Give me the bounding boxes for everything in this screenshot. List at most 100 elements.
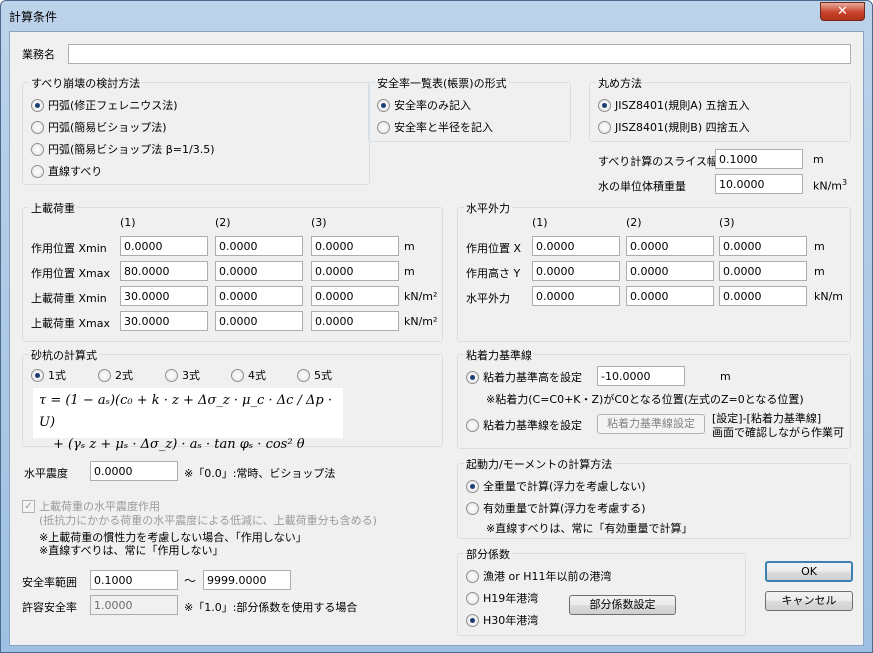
nenchaku-value-input[interactable]	[597, 366, 685, 386]
radio-icon	[31, 98, 44, 112]
sg-r2-c1[interactable]	[532, 261, 620, 281]
josai-title: 上載荷重	[29, 200, 77, 216]
suberi-option-0[interactable]: 円弧(修正フェレニウス法)	[31, 97, 178, 113]
josai-r2-c3[interactable]	[311, 261, 399, 281]
radio-icon	[466, 591, 479, 605]
sg-r1-unit: m	[814, 240, 825, 253]
sg-r2-c3[interactable]	[719, 261, 807, 281]
suberi-group: すべり崩壊の検討方法 円弧(修正フェレニウス法) 円弧(簡易ビショップ法) 円弧…	[22, 75, 370, 185]
sg-r1-c3[interactable]	[719, 236, 807, 256]
josai-shindo-label2: (抵抗力にかかる荷重の水平震度による低減に、上載荷重分も含める)	[39, 514, 377, 527]
formula-line-1: τ = (1 − aₛ)(c₀ + k · z + Δσ_z · μ_c · Δ…	[39, 393, 332, 430]
option-label: 粘着力基準線を設定	[483, 419, 582, 432]
radio-icon	[466, 418, 479, 432]
dialog-window: 計算条件 ✕ 業務名 すべり崩壊の検討方法 円弧(修正フェレニウス法) 円弧(簡…	[0, 0, 873, 653]
anzenritsu-min-input[interactable]	[90, 570, 178, 590]
option-label: 粘着力基準高を設定	[483, 371, 582, 384]
sg-r3-c2[interactable]	[626, 286, 714, 306]
nenchaku-note2b: 画面で確認しながら作業可	[712, 426, 844, 439]
gyomu-input[interactable]	[68, 44, 851, 64]
suberi-option-3[interactable]: 直線すべり	[31, 163, 102, 179]
kyoyo-input[interactable]	[90, 595, 178, 615]
josai-r1-c1[interactable]	[120, 236, 208, 256]
option-label: 3式	[182, 369, 200, 382]
bubun-settings-button[interactable]: 部分係数設定	[569, 595, 676, 615]
josai-r2-c2[interactable]	[215, 261, 303, 281]
cancel-button[interactable]: キャンセル	[765, 591, 853, 611]
option-label: 5式	[314, 369, 332, 382]
josai-r2-c1[interactable]	[120, 261, 208, 281]
option-label: JISZ8401(規則B) 四捨五入	[615, 121, 750, 134]
sagui-option-4[interactable]: 4式	[231, 367, 266, 383]
kidoryoku-option-0[interactable]: 全重量で計算(浮力を考慮しない)	[466, 478, 646, 494]
nenchaku-unit: m	[720, 370, 731, 383]
josai-r3-c1[interactable]	[120, 286, 208, 306]
sg-r3-c3[interactable]	[719, 286, 807, 306]
sagui-formula: τ = (1 − aₛ)(c₀ + k · z + Δσ_z · μ_c · Δ…	[33, 388, 343, 452]
mizu-unit-sup: 3	[842, 178, 848, 187]
anzen-ichiran-option-0[interactable]: 安全率のみ記入	[377, 97, 471, 113]
slice-input[interactable]	[715, 149, 803, 169]
marume-option-1[interactable]: JISZ8401(規則B) 四捨五入	[598, 119, 750, 135]
anzenritsu-max-input[interactable]	[203, 570, 291, 590]
sg-r2-unit: m	[814, 265, 825, 278]
sg-r3-unit: kN/m	[814, 290, 844, 303]
suberi-option-1[interactable]: 円弧(簡易ビショップ法)	[31, 119, 167, 135]
nenchaku-settings-button[interactable]: 粘着力基準線設定	[597, 414, 705, 434]
sagui-option-3[interactable]: 3式	[165, 367, 200, 383]
bubun-option-0[interactable]: 漁港 or H11年以前の港湾	[466, 568, 612, 584]
bubun-option-1[interactable]: H19年港湾	[466, 590, 538, 606]
nenchaku-group: 粘着力基準線 粘着力基準高を設定 m ※粘着力(C=C0+K・Z)がC0となる位…	[457, 347, 851, 449]
sg-r1-c1[interactable]	[532, 236, 620, 256]
ok-button[interactable]: OK	[765, 561, 853, 582]
sg-header-1: (1)	[532, 216, 548, 229]
sg-header-3: (3)	[719, 216, 735, 229]
sagui-option-1[interactable]: 1式	[31, 367, 66, 383]
josai-r4-c3[interactable]	[311, 311, 399, 331]
radio-icon	[598, 98, 611, 112]
josai-r3-c2[interactable]	[215, 286, 303, 306]
sagui-option-2[interactable]: 2式	[98, 367, 133, 383]
sagui-option-5[interactable]: 5式	[297, 367, 332, 383]
josai-group: 上載荷重 (1) (2) (3) 作用位置 Xmin m 作用位置 Xmax m…	[22, 200, 443, 342]
josai-r3-c3[interactable]	[311, 286, 399, 306]
radio-icon	[231, 368, 244, 382]
nenchaku-option-2[interactable]: 粘着力基準線を設定	[466, 417, 582, 433]
josai-r3-unit: kN/m²	[404, 290, 438, 303]
josai-header-1: (1)	[120, 216, 136, 229]
suihei-gairyoku-title: 水平外力	[464, 200, 512, 216]
option-label: 漁港 or H11年以前の港湾	[483, 570, 612, 583]
suihei-shindo-input[interactable]	[90, 461, 178, 481]
nenchaku-note1: ※粘着力(C=C0+K・Z)がC0となる位置(左式のZ=0となる位置)	[486, 393, 804, 406]
radio-icon	[165, 368, 178, 382]
title-bar: 計算条件 ✕	[1, 1, 872, 29]
nenchaku-option-1[interactable]: 粘着力基準高を設定	[466, 369, 582, 385]
option-label: 4式	[248, 369, 266, 382]
gyomu-label: 業務名	[22, 48, 55, 61]
kyoyo-note: ※「1.0」:部分係数を使用する場合	[184, 601, 358, 614]
radio-icon	[598, 120, 611, 134]
josai-r4-c2[interactable]	[215, 311, 303, 331]
josai-r1-c2[interactable]	[215, 236, 303, 256]
josai-header-3: (3)	[311, 216, 327, 229]
sg-r3-c1[interactable]	[532, 286, 620, 306]
anzen-ichiran-option-1[interactable]: 安全率と半径を記入	[377, 119, 493, 135]
kidoryoku-option-1[interactable]: 有効重量で計算(浮力を考慮する)	[466, 500, 646, 516]
sg-r1-c2[interactable]	[626, 236, 714, 256]
kidoryoku-title: 起動力/モーメントの計算方法	[464, 456, 615, 472]
radio-icon	[466, 370, 479, 384]
close-button[interactable]: ✕	[820, 2, 865, 21]
josai-r4-c1[interactable]	[120, 311, 208, 331]
dialog-client: 業務名 すべり崩壊の検討方法 円弧(修正フェレニウス法) 円弧(簡易ビショップ法…	[9, 31, 864, 646]
anzenritsu-label: 安全率範囲	[22, 576, 77, 589]
suberi-option-2[interactable]: 円弧(簡易ビショップ法 β=1/3.5)	[31, 141, 215, 157]
option-label: 1式	[48, 369, 66, 382]
sg-r2-c2[interactable]	[626, 261, 714, 281]
sagui-title: 砂杭の計算式	[29, 347, 99, 363]
bubun-option-2[interactable]: H30年港湾	[466, 612, 538, 628]
radio-icon	[377, 120, 390, 134]
mizu-input[interactable]	[715, 174, 803, 194]
josai-r1-c3[interactable]	[311, 236, 399, 256]
option-label: 全重量で計算(浮力を考慮しない)	[483, 480, 646, 493]
marume-option-0[interactable]: JISZ8401(規則A) 五捨五入	[598, 97, 750, 113]
